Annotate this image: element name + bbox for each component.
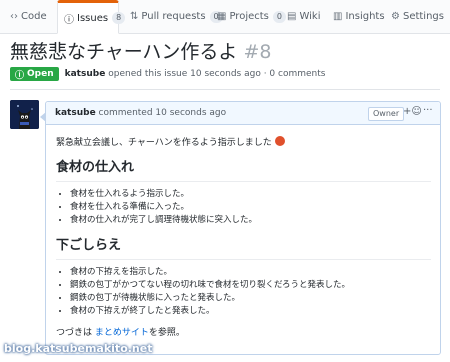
- project-icon: ▦: [217, 11, 227, 22]
- tab-counter: 8: [112, 12, 126, 24]
- tab-wiki[interactable]: ▤ Wiki: [287, 0, 320, 33]
- issue-meta: ⓘ Open katsube opened this issue 10 seco…: [10, 67, 325, 81]
- gear-icon: ⚙: [391, 11, 400, 22]
- tab-label: Pull requests: [141, 11, 206, 22]
- list-item: 食材の仕入れが完了し調理待機状態に突入した。: [70, 214, 431, 227]
- book-icon: ▤: [287, 11, 297, 22]
- issue-author-link[interactable]: katsube: [65, 69, 106, 79]
- tab-counter: 0: [272, 10, 286, 23]
- add-reaction-icon[interactable]: +☺: [403, 106, 422, 117]
- comment-footer: つづきは まとめサイトを参照。: [56, 326, 431, 340]
- tab-label: Issues: [77, 12, 109, 24]
- list-item: 鋼鉄の包丁が待機状態に入ったと発表した。: [70, 292, 431, 305]
- comment-box: katsube commented 10 seconds ago Owner +…: [40, 101, 441, 355]
- summary-site-link[interactable]: まとめサイト: [95, 328, 149, 338]
- tab-label: Insights: [345, 11, 385, 22]
- comment-body: 緊急献立会議し、チャーハンを作るよう指示しました 食材の仕入れ 食材を仕入れるよ…: [56, 136, 431, 340]
- git-pull-request-icon: ⇅: [130, 11, 139, 22]
- tab-issues[interactable]: ⓘ Issues 8: [57, 0, 126, 34]
- footer-prefix: つづきは: [56, 328, 93, 338]
- tab-label: Wiki: [299, 11, 321, 22]
- tab-label: Code: [21, 11, 47, 22]
- issue-number: #8: [243, 41, 272, 63]
- tab-code[interactable]: ‹› Code: [10, 0, 47, 33]
- list-item: 食材の下拵えが終了したと発表した。: [70, 305, 431, 318]
- issue-state-label: Open: [27, 69, 54, 79]
- comment-header: katsube commented 10 seconds ago Owner +…: [46, 102, 440, 125]
- owner-badge: Owner: [368, 107, 405, 121]
- section-list: 食材を仕入れるよう指示した。 食材を仕入れる準備に入った。 食材の仕入れが完了し…: [56, 188, 431, 227]
- issue-title-text: 無慈悲なチャーハン作るよ: [10, 41, 238, 63]
- footer-suffix: を参照。: [148, 328, 185, 338]
- issue-opened-text: opened this issue 10 seconds ago · 0 com…: [108, 69, 326, 79]
- list-item: 食材を仕入れる準備に入った。: [70, 201, 431, 214]
- avatar-image: [10, 100, 39, 129]
- issue-opened-icon: ⓘ: [64, 14, 74, 26]
- watermark: blog.katsubemakito.net: [4, 342, 153, 355]
- section-list: 食材の下拵えを指示した。 鋼鉄の包丁がかつてない程の切れ味で食材を切り裂くだろう…: [56, 266, 431, 318]
- section-heading: 食材の仕入れ: [56, 159, 431, 182]
- list-item: 食材を仕入れるよう指示した。: [70, 188, 431, 201]
- tab-insights[interactable]: ▥ Insights: [333, 0, 385, 33]
- tab-projects[interactable]: ▦ Projects 0: [217, 0, 286, 33]
- intro-text: 緊急献立会議し、チャーハンを作るよう指示しました: [56, 138, 272, 148]
- comment-intro: 緊急献立会議し、チャーハンを作るよう指示しました: [56, 136, 431, 150]
- comment-meta: katsube commented 10 seconds ago: [55, 102, 226, 124]
- repo-nav-tabs: ‹› Code ⓘ Issues 8 ⇅ Pull requests 0 ▦ P…: [0, 0, 450, 34]
- angry-face-emoji: [274, 136, 285, 146]
- tab-label: Settings: [402, 11, 444, 22]
- tab-label: Projects: [229, 11, 269, 22]
- list-item: 食材の下拵えを指示した。: [70, 266, 431, 279]
- avatar[interactable]: [10, 100, 39, 129]
- code-icon: ‹›: [10, 11, 18, 22]
- tab-settings[interactable]: ⚙ Settings: [391, 0, 444, 33]
- list-item: 鋼鉄の包丁がかつてない程の切れ味で食材を切り裂くだろうと発表した。: [70, 279, 431, 292]
- issue-title: 無慈悲なチャーハン作るよ #8: [10, 38, 442, 66]
- comment-time[interactable]: commented 10 seconds ago: [99, 108, 227, 118]
- kebab-horizontal-icon[interactable]: ···: [423, 105, 433, 116]
- issue-state-badge: ⓘ Open: [10, 67, 59, 81]
- graph-icon: ▥: [333, 11, 343, 22]
- section-heading: 下ごしらえ: [56, 237, 431, 260]
- tab-pull-requests[interactable]: ⇅ Pull requests 0: [130, 0, 223, 33]
- comment-author-link[interactable]: katsube: [55, 108, 96, 118]
- divider: [10, 89, 440, 90]
- issue-opened-icon: ⓘ: [15, 70, 25, 81]
